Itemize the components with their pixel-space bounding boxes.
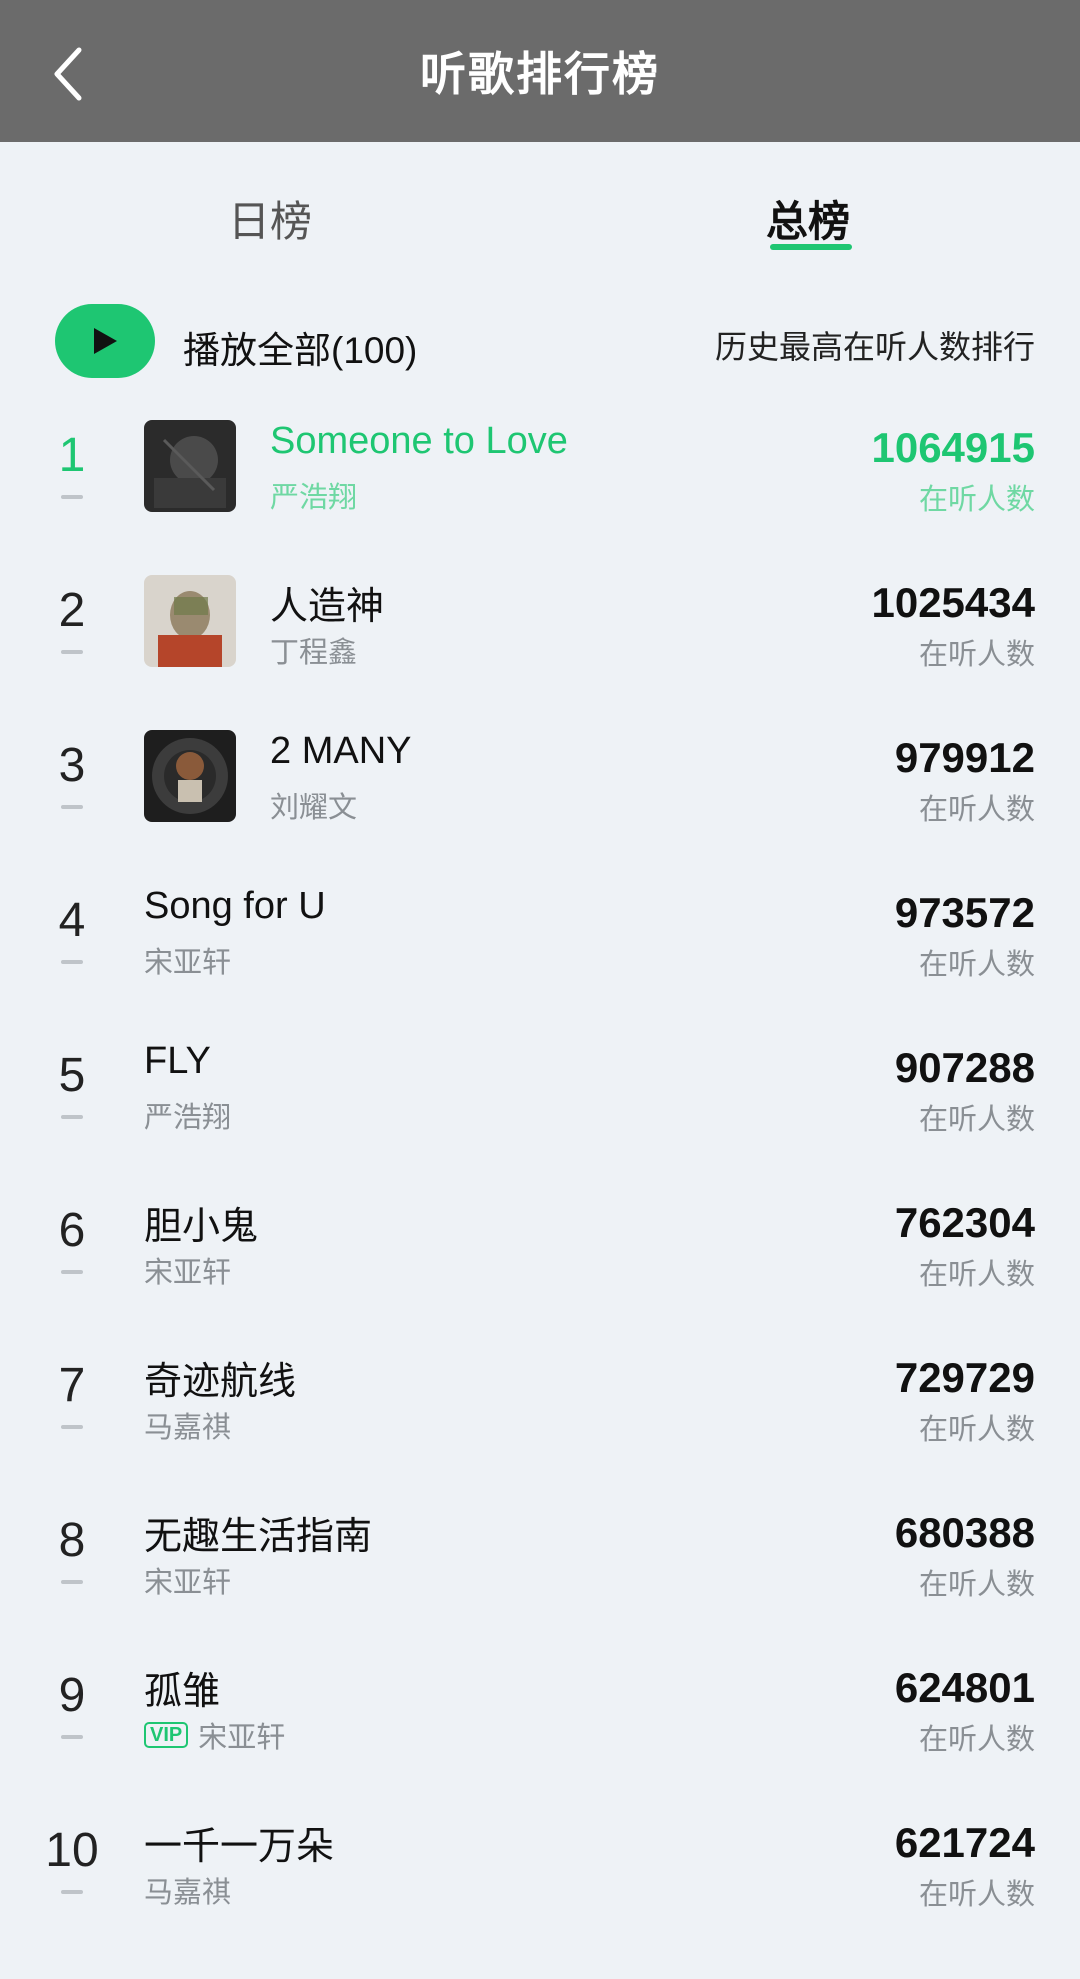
rank-number: 6 <box>58 1204 86 1257</box>
listener-count: 762304 <box>894 1199 1035 1246</box>
rank-change-indicator <box>61 1270 83 1274</box>
rank-number: 2 <box>58 584 86 637</box>
listener-count: 979912 <box>894 734 1035 781</box>
listener-count-label: 在听人数 <box>918 794 1035 826</box>
song-title: 一千一万朵 <box>144 1826 335 1868</box>
rank-change-indicator <box>61 1735 83 1739</box>
rank-change-indicator <box>61 1890 83 1894</box>
rank-number: 3 <box>58 739 86 792</box>
artist-name: 丁程鑫 <box>270 637 358 669</box>
rank-number: 1 <box>58 429 86 482</box>
song-title: 奇迹航线 <box>144 1361 297 1403</box>
listener-count: 729729 <box>894 1354 1035 1401</box>
listener-count-label: 在听人数 <box>918 949 1035 981</box>
list-item[interactable]: 2 人造神 丁程鑫 1025434 在听人数 <box>0 561 1080 716</box>
listener-count-label: 在听人数 <box>918 1414 1035 1446</box>
list-item[interactable]: 9 孤雏 VIP 宋亚轩 624801 在听人数 <box>0 1646 1080 1801</box>
tab-daily[interactable]: 日榜 <box>228 188 312 249</box>
listener-count-label: 在听人数 <box>918 1569 1035 1601</box>
tab-total[interactable]: 总榜 <box>766 188 850 249</box>
album-cover <box>144 420 236 512</box>
list-item[interactable]: 5 FLY 严浩翔 907288 在听人数 <box>0 1026 1080 1181</box>
list-item[interactable]: 8 无趣生活指南 宋亚轩 680388 在听人数 <box>0 1491 1080 1646</box>
listener-count: 1064915 <box>871 424 1035 471</box>
rank-number: 4 <box>58 894 86 947</box>
rank-number: 5 <box>58 1049 86 1102</box>
artist-name: 严浩翔 <box>270 482 358 514</box>
rank-number: 9 <box>58 1669 86 1722</box>
rank-number: 8 <box>58 1514 86 1567</box>
listener-count: 907288 <box>894 1044 1035 1091</box>
rank-change-indicator <box>61 960 83 964</box>
song-title: 孤雏 <box>144 1671 221 1713</box>
page-title: 听歌排行榜 <box>420 48 660 100</box>
song-title: Someone to Love <box>270 420 568 462</box>
artist-name: 宋亚轩 <box>198 1722 286 1754</box>
song-title: 无趣生活指南 <box>144 1516 373 1558</box>
listener-count-label: 在听人数 <box>918 1724 1035 1756</box>
album-cover <box>144 575 236 667</box>
listener-count-label: 在听人数 <box>918 1259 1035 1291</box>
list-item[interactable]: 3 2 MANY 刘耀文 979912 在听人数 <box>0 716 1080 871</box>
artist-name: 宋亚轩 <box>144 1567 232 1599</box>
listener-count: 621724 <box>894 1819 1035 1866</box>
header-bar: 听歌排行榜 <box>0 0 1080 142</box>
rank-number: 7 <box>58 1359 86 1412</box>
vip-badge: VIP <box>144 1722 189 1748</box>
artist-name: 刘耀文 <box>270 792 358 824</box>
tab-active-indicator <box>770 244 852 250</box>
listener-count-label: 在听人数 <box>918 484 1035 516</box>
list-item[interactable]: 4 Song for U 宋亚轩 973572 在听人数 <box>0 871 1080 1026</box>
artist-name: 马嘉祺 <box>144 1877 232 1909</box>
listener-count: 680388 <box>894 1509 1035 1556</box>
listener-count-label: 在听人数 <box>918 639 1035 671</box>
rank-change-indicator <box>61 805 83 809</box>
artist-name: 马嘉祺 <box>144 1412 232 1444</box>
listener-count-label: 在听人数 <box>918 1879 1035 1911</box>
song-title: 胆小鬼 <box>144 1206 259 1248</box>
list-item[interactable]: 10 一千一万朵 马嘉祺 621724 在听人数 <box>0 1801 1080 1956</box>
listener-count: 973572 <box>894 889 1035 936</box>
play-all-bar: 播放全部(100) 历史最高在听人数排行 <box>0 282 1080 406</box>
play-all-label[interactable]: 播放全部(100) <box>183 320 417 374</box>
rank-number: 10 <box>45 1824 99 1877</box>
play-icon <box>94 328 117 354</box>
rank-change-indicator <box>61 1580 83 1584</box>
list-item[interactable]: 7 奇迹航线 马嘉祺 729729 在听人数 <box>0 1336 1080 1491</box>
rank-change-indicator <box>61 1425 83 1429</box>
song-title: 人造神 <box>270 586 385 628</box>
sort-label: 历史最高在听人数排行 <box>714 329 1035 365</box>
artist-line: VIP 宋亚轩 <box>144 1714 285 1756</box>
song-title: 2 MANY <box>270 730 412 772</box>
album-cover <box>144 730 236 822</box>
back-button[interactable] <box>40 42 96 106</box>
listener-count-label: 在听人数 <box>918 1104 1035 1136</box>
list-item[interactable]: 6 胆小鬼 宋亚轩 762304 在听人数 <box>0 1181 1080 1336</box>
list-item[interactable]: 1 Someone to Love 严浩翔 1064915 在听人数 <box>0 406 1080 561</box>
artist-name: 宋亚轩 <box>144 1257 232 1289</box>
chevron-left-icon <box>54 47 82 101</box>
play-all-button[interactable] <box>55 304 155 378</box>
song-title: Song for U <box>144 885 326 927</box>
rank-change-indicator <box>61 650 83 654</box>
artist-name: 严浩翔 <box>144 1102 232 1134</box>
listener-count: 1025434 <box>871 579 1035 626</box>
listener-count: 624801 <box>894 1664 1035 1711</box>
rank-change-indicator <box>61 1115 83 1119</box>
artist-name: 宋亚轩 <box>144 947 232 979</box>
rank-change-indicator <box>61 495 83 499</box>
song-title: FLY <box>144 1040 211 1082</box>
tab-bar: 日榜 总榜 <box>0 142 1080 282</box>
ranking-list: 1 Someone to Love 严浩翔 1064915 在听人数 2 人造神… <box>0 406 1080 1956</box>
